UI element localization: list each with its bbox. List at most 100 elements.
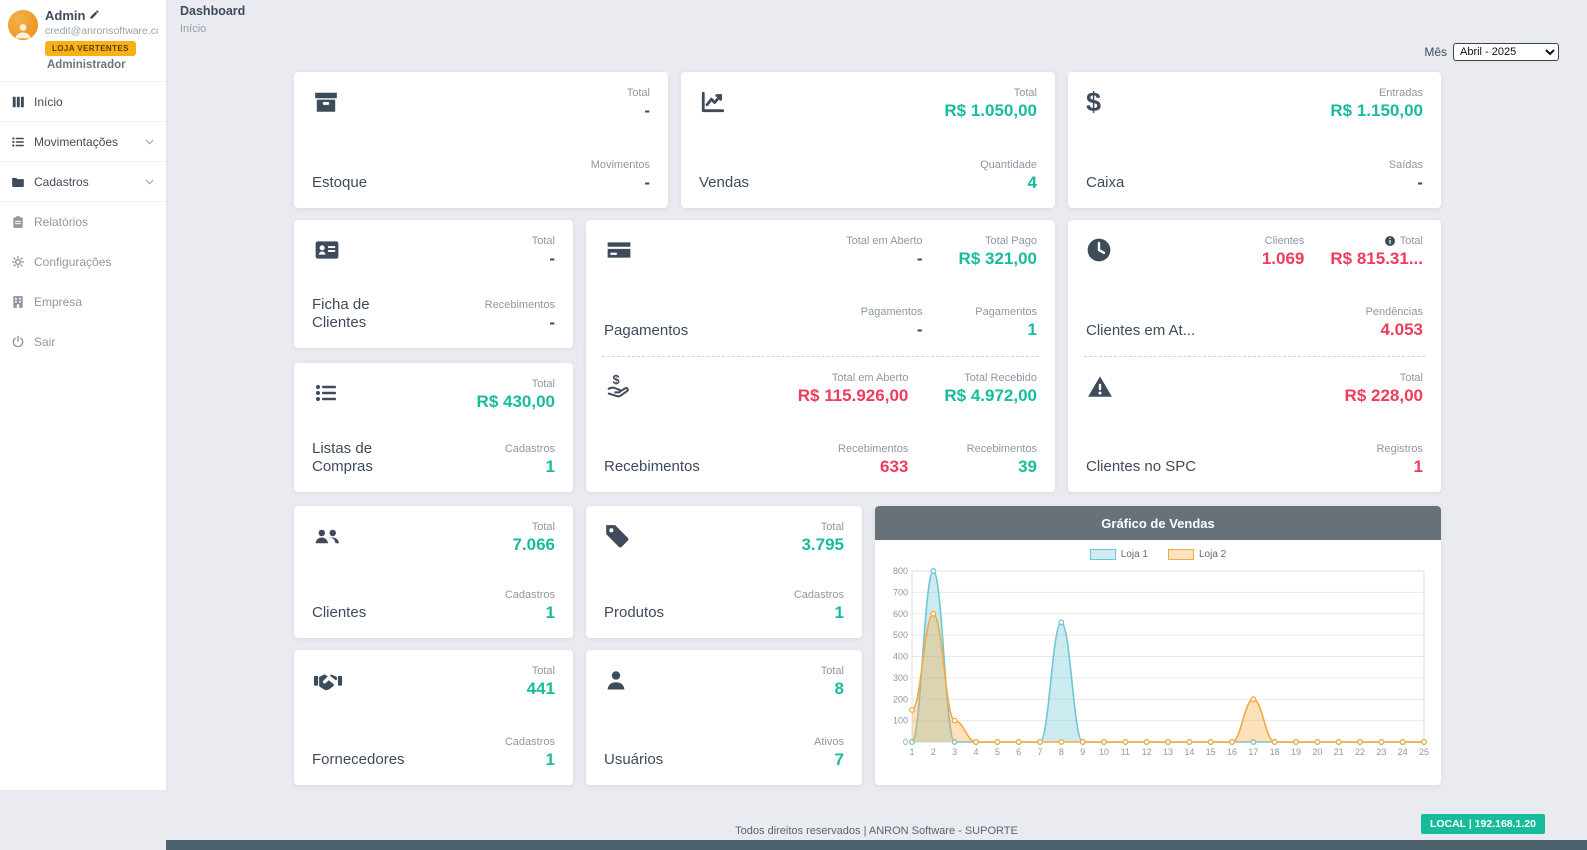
card-title: Listas de Compras bbox=[312, 440, 392, 478]
stat: Ativos7 bbox=[814, 736, 844, 770]
card-fornecedores: Fornecedores Total441 Cadastros1 bbox=[294, 650, 573, 785]
sales-chart-card: Gráfico de Vendas Loja 1Loja 2 010020030… bbox=[875, 506, 1441, 785]
columns-icon bbox=[10, 94, 25, 109]
credit-card-icon bbox=[604, 235, 688, 265]
card-title: Fornecedores bbox=[312, 751, 405, 770]
svg-text:24: 24 bbox=[1398, 747, 1408, 757]
stat: Total3.795 bbox=[794, 521, 844, 555]
stat: EntradasR$ 1.150,00 bbox=[1330, 87, 1423, 121]
card-title: Recebimentos bbox=[604, 458, 700, 477]
user-email: credit@anronsoftware.co... bbox=[45, 25, 158, 37]
sidebar-item-label: Sair bbox=[34, 335, 55, 349]
avatar bbox=[8, 10, 38, 40]
stat: Recebimentos633 bbox=[798, 443, 909, 477]
card-pagamentos-recebimentos: Pagamentos Total em Aberto- Pagamentos- … bbox=[586, 220, 1055, 492]
edit-pencil-icon[interactable] bbox=[89, 8, 100, 23]
card-listas-compras: Listas de Compras TotalR$ 430,00 Cadastr… bbox=[294, 363, 573, 492]
info-icon[interactable] bbox=[1384, 235, 1396, 247]
svg-text:11: 11 bbox=[1121, 747, 1130, 757]
bottom-bar bbox=[166, 840, 1587, 850]
stat: Total- bbox=[485, 235, 555, 269]
stat: Total7.066 bbox=[505, 521, 555, 555]
card-clientes: Clientes Total7.066 Cadastros1 bbox=[294, 506, 573, 638]
stat: Cadastros1 bbox=[794, 589, 844, 623]
stat: Total R$ 815.31... bbox=[1330, 235, 1423, 269]
svg-text:15: 15 bbox=[1206, 747, 1216, 757]
stat: Total8 bbox=[814, 665, 844, 699]
folder-icon bbox=[10, 174, 25, 189]
stat: TotalR$ 1.050,00 bbox=[944, 87, 1037, 121]
building-icon bbox=[10, 295, 25, 310]
chevron-down-icon bbox=[143, 175, 156, 188]
card-title: Clientes em At... bbox=[1086, 322, 1195, 341]
svg-text:1: 1 bbox=[909, 747, 914, 757]
sidebar-item-movimentacoes[interactable]: Movimentações bbox=[0, 122, 166, 162]
list-icon bbox=[312, 378, 392, 408]
gear-icon bbox=[10, 255, 25, 270]
sidebar-item-inicio[interactable]: Início bbox=[0, 82, 166, 122]
footer-copyright: Todos direitos reservados | ANRON Softwa… bbox=[166, 825, 1587, 837]
sidebar-item-label: Configurações bbox=[34, 255, 111, 269]
svg-text:400: 400 bbox=[893, 652, 908, 662]
stat: Pendências4.053 bbox=[1330, 306, 1423, 340]
stat: Total- bbox=[591, 87, 650, 121]
stat: TotalR$ 430,00 bbox=[477, 378, 555, 412]
stat: Pagamentos- bbox=[846, 306, 922, 340]
month-select[interactable]: Abril - 2025 bbox=[1453, 43, 1559, 61]
chevron-down-icon bbox=[143, 135, 156, 148]
chart-title: Gráfico de Vendas bbox=[875, 506, 1441, 540]
clock-icon bbox=[1086, 235, 1195, 265]
svg-text:600: 600 bbox=[893, 609, 908, 619]
handshake-icon bbox=[312, 665, 405, 695]
card-title: Pagamentos bbox=[604, 322, 688, 341]
svg-text:700: 700 bbox=[893, 587, 908, 597]
svg-text:21: 21 bbox=[1334, 747, 1344, 757]
tag-icon bbox=[604, 521, 664, 551]
stat: Cadastros1 bbox=[477, 443, 555, 477]
svg-text:5: 5 bbox=[995, 747, 1000, 757]
warning-icon bbox=[1086, 372, 1196, 402]
svg-text:16: 16 bbox=[1227, 747, 1237, 757]
stat: Saídas- bbox=[1330, 159, 1423, 193]
sidebar-item-configuracoes[interactable]: Configurações bbox=[0, 242, 166, 282]
sidebar-item-sair[interactable]: Sair bbox=[0, 322, 166, 362]
svg-text:6: 6 bbox=[1016, 747, 1021, 757]
store-badge: LOJA VERTENTES bbox=[45, 41, 136, 56]
stat: Recebimentos- bbox=[485, 299, 555, 333]
sidebar-item-label: Início bbox=[34, 95, 63, 109]
chart-legend: Loja 1 Loja 2 bbox=[885, 549, 1431, 560]
month-label: Mês bbox=[1424, 45, 1447, 59]
svg-text:$: $ bbox=[613, 373, 620, 387]
stat: Total441 bbox=[505, 665, 555, 699]
sidebar-nav: Início Movimentações Cadastros Relatório… bbox=[0, 82, 166, 362]
svg-text:100: 100 bbox=[893, 716, 908, 726]
clientes-spc-section: Clientes no SPC TotalR$ 228,00 Registros… bbox=[1068, 357, 1441, 493]
legend-item[interactable]: Loja 2 bbox=[1168, 549, 1226, 560]
card-atraso-spc: Clientes em At... Clientes1.069 Total R$… bbox=[1068, 220, 1441, 492]
sales-chart: 0100200300400500600700800123456789101112… bbox=[885, 563, 1431, 759]
svg-text:7: 7 bbox=[1037, 747, 1042, 757]
user-icon bbox=[604, 665, 663, 695]
stat: Clientes1.069 bbox=[1262, 235, 1305, 269]
legend-swatch bbox=[1090, 549, 1116, 560]
legend-item[interactable]: Loja 1 bbox=[1090, 549, 1148, 560]
svg-text:9: 9 bbox=[1080, 747, 1085, 757]
sidebar-item-label: Movimentações bbox=[34, 135, 118, 149]
pagamentos-section: Pagamentos Total em Aberto- Pagamentos- … bbox=[586, 220, 1055, 356]
stat: Registros1 bbox=[1345, 443, 1423, 477]
clientes-atraso-section: Clientes em At... Clientes1.069 Total R$… bbox=[1068, 220, 1441, 356]
svg-text:200: 200 bbox=[893, 694, 908, 704]
user-role: Administrador bbox=[47, 59, 158, 71]
svg-text:4: 4 bbox=[973, 747, 978, 757]
users-icon bbox=[312, 521, 366, 551]
power-icon bbox=[10, 335, 25, 350]
stat: Total PagoR$ 321,00 bbox=[959, 235, 1037, 269]
sidebar-item-empresa[interactable]: Empresa bbox=[0, 282, 166, 322]
card-title: Clientes no SPC bbox=[1086, 458, 1196, 477]
svg-text:20: 20 bbox=[1312, 747, 1322, 757]
sidebar-item-relatorios[interactable]: Relatórios bbox=[0, 202, 166, 242]
stat: TotalR$ 228,00 bbox=[1345, 372, 1423, 406]
card-estoque: Estoque Total- Movimentos- bbox=[294, 72, 668, 208]
card-produtos: Produtos Total3.795 Cadastros1 bbox=[586, 506, 862, 638]
sidebar-item-cadastros[interactable]: Cadastros bbox=[0, 162, 166, 202]
